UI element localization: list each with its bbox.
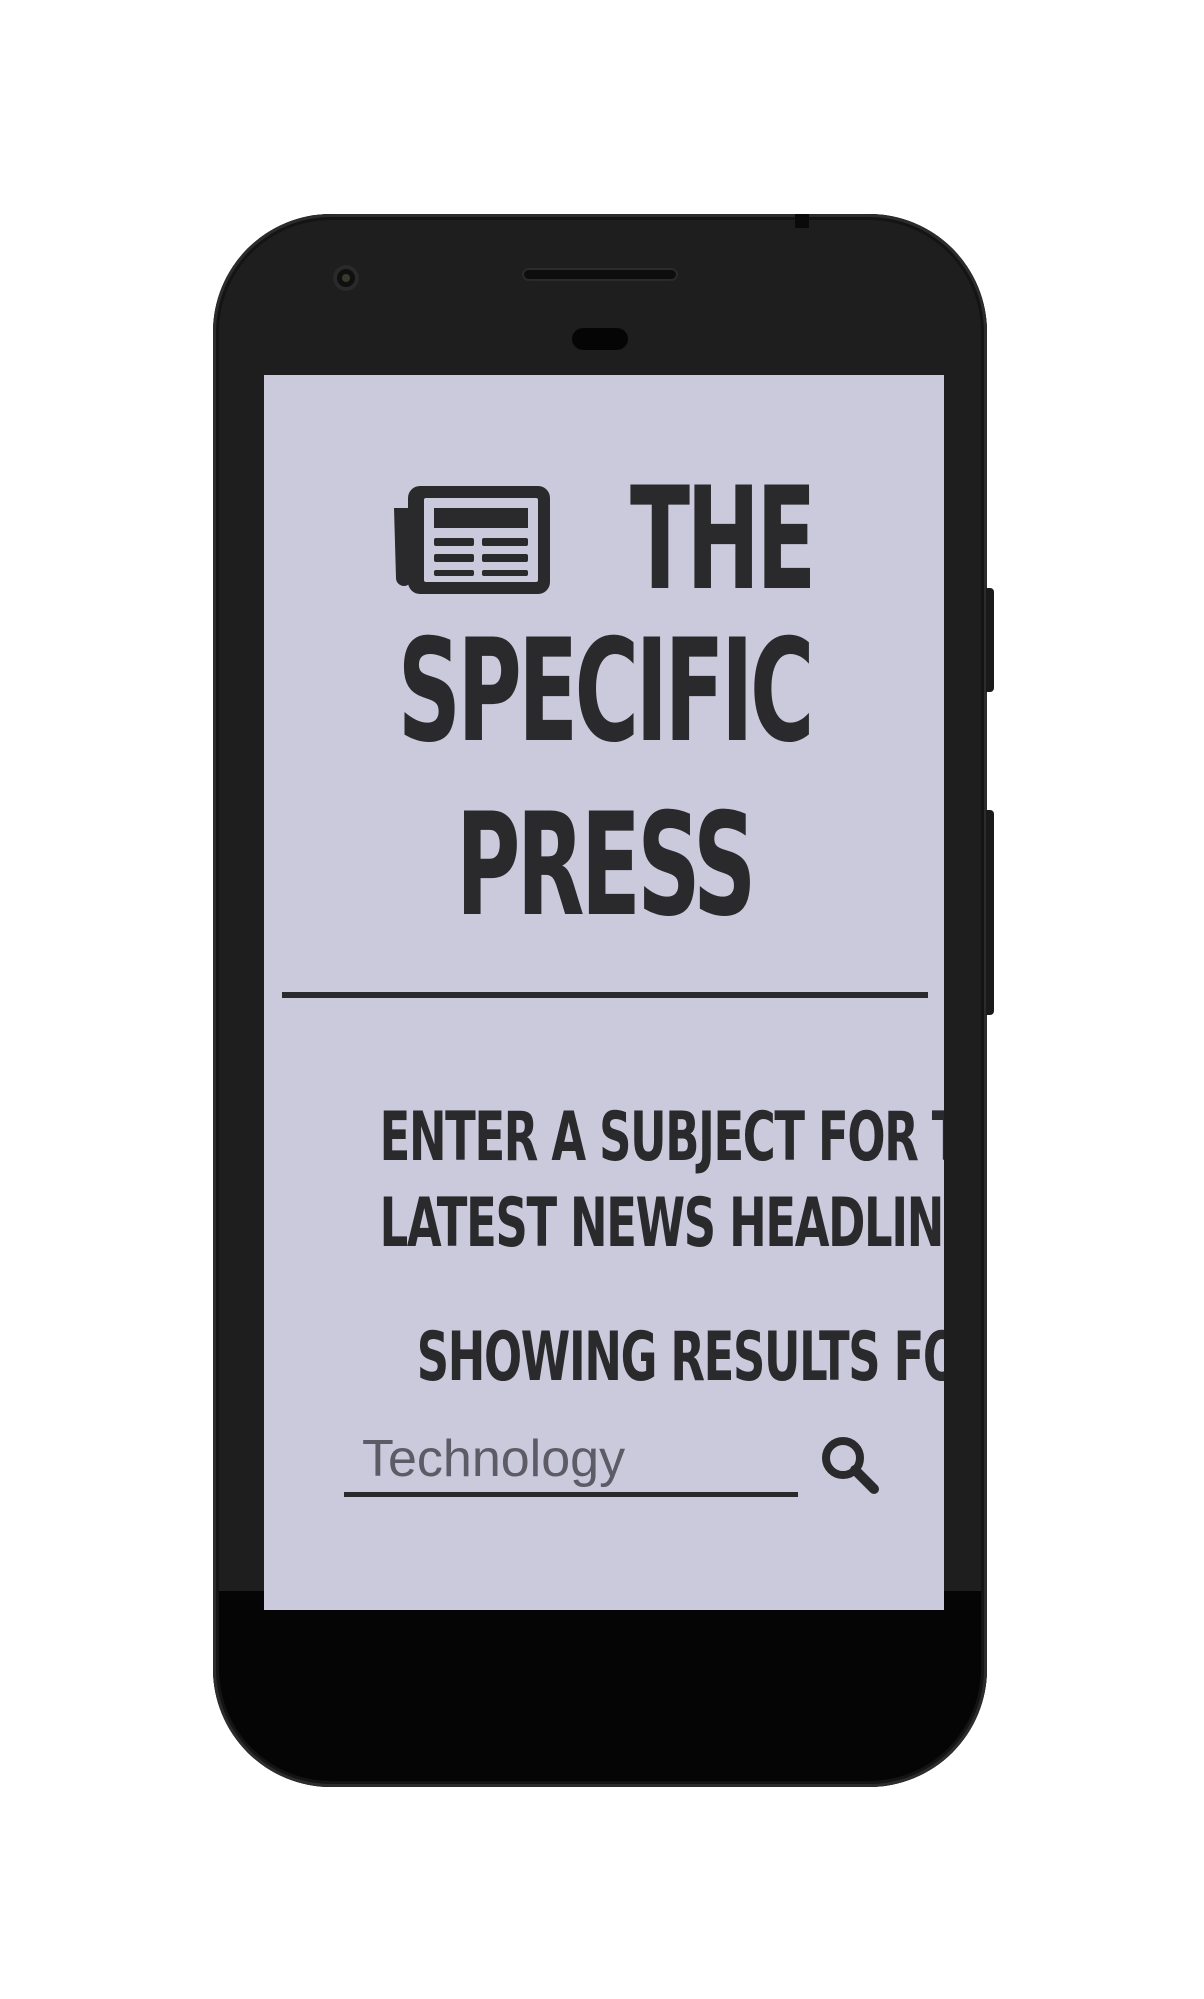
front-camera: [333, 265, 359, 291]
power-button: [986, 588, 994, 692]
phone-chin: [219, 1591, 981, 1781]
volume-button: [986, 810, 994, 1015]
title-line-2: SPECIFIC: [264, 605, 944, 779]
masthead: THE SPECIFIC PRESS: [264, 469, 944, 953]
title-word-the: THE: [629, 457, 816, 622]
results-label-text: SHOWING RESULTS FOR:: [416, 1318, 944, 1397]
proximity-sensor: [572, 328, 628, 350]
prompt-line-1: ENTER A SUBJECT FOR THE: [379, 1098, 944, 1177]
results-label: SHOWING RESULTS FOR:: [264, 1318, 944, 1398]
title-word-press: PRESS: [455, 783, 756, 948]
title-word-specific: SPECIFIC: [397, 609, 814, 774]
masthead-divider: [282, 992, 928, 998]
phone-top-button: [795, 214, 809, 228]
search-bar: [344, 1425, 884, 1510]
title-line-3: PRESS: [264, 779, 944, 953]
newspaper-icon: [393, 486, 550, 594]
subject-prompt: ENTER A SUBJECT FOR THE LATEST NEWS HEAD…: [264, 1095, 944, 1267]
masthead-first-line: THE: [264, 469, 944, 611]
search-button[interactable]: [818, 1433, 882, 1497]
search-input[interactable]: [344, 1425, 798, 1497]
earpiece-speaker: [522, 268, 678, 281]
search-icon: [822, 1437, 879, 1494]
app-screen: THE SPECIFIC PRESS ENTER A SUBJECT FOR T…: [264, 375, 944, 1610]
prompt-line-2: LATEST NEWS HEADLINES: [379, 1184, 944, 1263]
